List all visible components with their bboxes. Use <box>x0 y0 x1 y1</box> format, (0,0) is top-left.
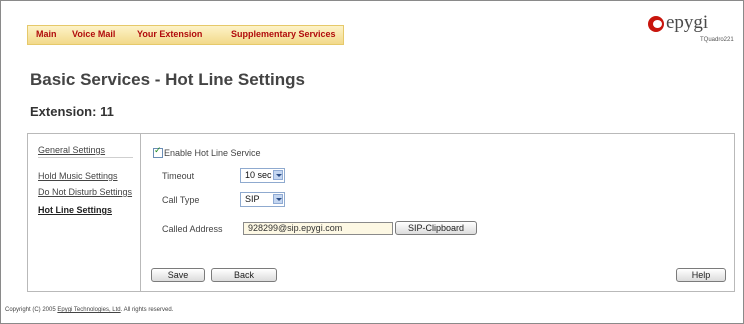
nav-main[interactable]: Main <box>36 29 57 39</box>
epygi-logo: epygi TQuadro221 <box>648 12 734 44</box>
chevron-down-icon <box>273 194 283 204</box>
save-button[interactable]: Save <box>151 268 205 282</box>
sip-clipboard-button[interactable]: SIP-Clipboard <box>395 221 477 235</box>
timeout-select[interactable]: 10 sec <box>240 168 285 183</box>
nav-supplementary-services[interactable]: Supplementary Services <box>231 29 336 39</box>
settings-panel: General Settings Hold Music Settings Do … <box>27 133 735 292</box>
timeout-label: Timeout <box>162 171 195 181</box>
timeout-value: 10 sec <box>245 170 272 180</box>
nav-voice-mail[interactable]: Voice Mail <box>72 29 115 39</box>
sidebar-item-hot-line-settings[interactable]: Hot Line Settings <box>38 205 112 215</box>
back-button[interactable]: Back <box>211 268 277 282</box>
chevron-down-icon <box>273 170 283 180</box>
sidebar-item-do-not-disturb-settings[interactable]: Do Not Disturb Settings <box>38 187 132 197</box>
page-title: Basic Services - Hot Line Settings <box>30 70 305 89</box>
logo-text: epygi <box>666 12 709 33</box>
footer-suffix: . All rights reserved. <box>120 307 174 313</box>
call-type-label: Call Type <box>162 195 200 205</box>
enable-hot-line-checkbox[interactable] <box>153 146 163 158</box>
nav-your-extension[interactable]: Your Extension <box>137 29 202 39</box>
sidebar-item-hold-music-settings[interactable]: Hold Music Settings <box>38 171 118 181</box>
sidebar-divider <box>38 157 133 158</box>
help-button[interactable]: Help <box>676 268 726 282</box>
epygi-logo-icon <box>648 16 664 32</box>
logo-model: TQuadro221 <box>700 37 734 43</box>
enable-hot-line-label: Enable Hot Line Service <box>164 148 261 158</box>
settings-sidebar: General Settings Hold Music Settings Do … <box>28 134 141 291</box>
extension-heading: Extension: 11 <box>30 104 114 119</box>
sidebar-item-general-settings[interactable]: General Settings <box>38 145 105 155</box>
footer-company-link[interactable]: Epygi Technologies, Ltd <box>57 307 120 313</box>
call-type-select[interactable]: SIP <box>240 192 285 207</box>
footer-prefix: Copyright (C) 2005 <box>5 307 58 313</box>
called-address-input[interactable]: 928299@sip.epygi.com <box>243 222 393 235</box>
call-type-value: SIP <box>245 194 260 204</box>
called-address-label: Called Address <box>162 224 223 234</box>
footer-copyright: Copyright (C) 2005 Epygi Technologies, L… <box>5 307 173 313</box>
